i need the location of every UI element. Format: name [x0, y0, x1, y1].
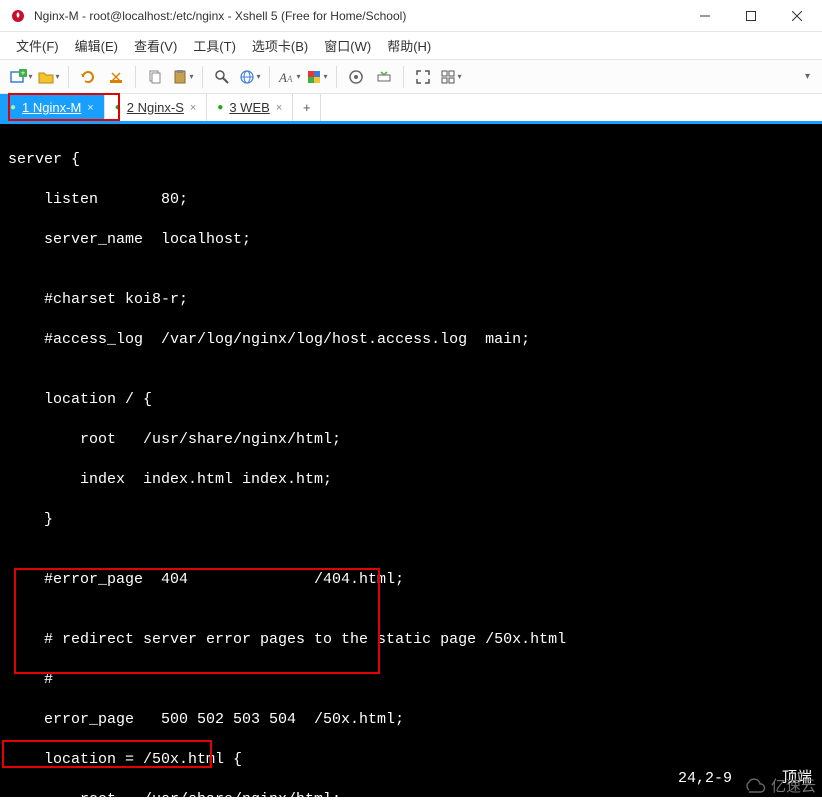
- tab-close-icon[interactable]: ×: [190, 102, 196, 114]
- terminal-line: #: [8, 670, 814, 690]
- terminal-line: #error_page 404 /404.html;: [8, 570, 814, 590]
- menu-view[interactable]: 查看(V): [128, 34, 183, 57]
- minimize-button[interactable]: [682, 0, 728, 32]
- terminal-line: location = /50x.html {: [8, 750, 814, 770]
- status-dot-icon: ●: [217, 102, 223, 113]
- toolbar-separator: [269, 66, 270, 88]
- terminal-line: #access_log /var/log/nginx/log/host.acce…: [8, 330, 814, 350]
- color-button[interactable]: ▾: [304, 64, 330, 90]
- terminal-line: root /usr/share/nginx/html;: [8, 790, 814, 797]
- toolbar-separator: [68, 66, 69, 88]
- menu-tabs[interactable]: 选项卡(B): [246, 34, 314, 57]
- toolbar-separator: [135, 66, 136, 88]
- watermark-text: 亿速云: [771, 775, 816, 796]
- terminal-line: }: [8, 510, 814, 530]
- toolbar: +▾ ▾ ▾ ▾ AA▾ ▾ ▾ ▾: [0, 60, 822, 94]
- terminal-line: location / {: [8, 390, 814, 410]
- find-button[interactable]: [209, 64, 235, 90]
- tab-close-icon[interactable]: ×: [276, 102, 282, 114]
- vim-cursor-position: 24,2-9: [678, 769, 732, 789]
- transfer-button[interactable]: [371, 64, 397, 90]
- menu-edit[interactable]: 编辑(E): [69, 34, 124, 57]
- tabbar: ● 1 Nginx-M × ● 2 Nginx-S × ● 3 WEB × +: [0, 94, 822, 124]
- menu-file[interactable]: 文件(F): [10, 34, 65, 57]
- close-button[interactable]: [774, 0, 820, 32]
- menu-tools[interactable]: 工具(T): [187, 34, 242, 57]
- status-dot-icon: ●: [115, 102, 121, 113]
- terminal-line: index index.html index.htm;: [8, 470, 814, 490]
- terminal-area[interactable]: server { listen 80; server_name localhos…: [0, 124, 822, 797]
- menu-help[interactable]: 帮助(H): [381, 34, 437, 57]
- terminal-line: listen 80;: [8, 190, 814, 210]
- toolbar-separator: [403, 66, 404, 88]
- terminal-line: root /usr/share/nginx/html;: [8, 430, 814, 450]
- tab-label: 1 Nginx-M: [22, 100, 81, 115]
- toolbar-separator: [202, 66, 203, 88]
- reconnect-button[interactable]: [75, 64, 101, 90]
- toolbar-separator: [336, 66, 337, 88]
- watermark: 亿速云: [743, 775, 816, 796]
- font-button[interactable]: AA▾: [276, 64, 302, 90]
- disconnect-button[interactable]: [103, 64, 129, 90]
- new-session-button[interactable]: +▾: [8, 64, 34, 90]
- toolbar-overflow-button[interactable]: ▾: [801, 67, 814, 86]
- maximize-button[interactable]: [728, 0, 774, 32]
- svg-text:A: A: [278, 70, 287, 85]
- window-title: Nginx-M - root@localhost:/etc/nginx - Xs…: [34, 9, 682, 23]
- open-button[interactable]: ▾: [36, 64, 62, 90]
- paste-button[interactable]: ▾: [170, 64, 196, 90]
- tab-nginx-m[interactable]: ● 1 Nginx-M ×: [0, 94, 105, 121]
- titlebar: Nginx-M - root@localhost:/etc/nginx - Xs…: [0, 0, 822, 32]
- terminal-line: server_name localhost;: [8, 230, 814, 250]
- terminal-line: # redirect server error pages to the sta…: [8, 630, 814, 650]
- globe-button[interactable]: ▾: [237, 64, 263, 90]
- tab-web[interactable]: ● 3 WEB ×: [207, 94, 293, 121]
- app-icon: [8, 6, 28, 26]
- fullscreen-button[interactable]: [410, 64, 436, 90]
- menu-window[interactable]: 窗口(W): [318, 34, 377, 57]
- copy-button[interactable]: [142, 64, 168, 90]
- svg-text:A: A: [286, 74, 293, 84]
- tab-nginx-s[interactable]: ● 2 Nginx-S ×: [105, 94, 208, 121]
- tab-close-icon[interactable]: ×: [87, 102, 93, 114]
- status-dot-icon: ●: [10, 102, 16, 113]
- terminal-line: #charset koi8-r;: [8, 290, 814, 310]
- tab-label: 3 WEB: [229, 100, 269, 115]
- window-controls: [682, 0, 820, 32]
- tab-label: 2 Nginx-S: [127, 100, 184, 115]
- tile-button[interactable]: ▾: [438, 64, 464, 90]
- terminal-line: error_page 500 502 503 504 /50x.html;: [8, 710, 814, 730]
- menubar: 文件(F) 编辑(E) 查看(V) 工具(T) 选项卡(B) 窗口(W) 帮助(…: [0, 32, 822, 60]
- terminal-line: server {: [8, 150, 814, 170]
- svg-text:+: +: [21, 69, 26, 78]
- tab-add-button[interactable]: +: [293, 94, 321, 121]
- swirl-button[interactable]: [343, 64, 369, 90]
